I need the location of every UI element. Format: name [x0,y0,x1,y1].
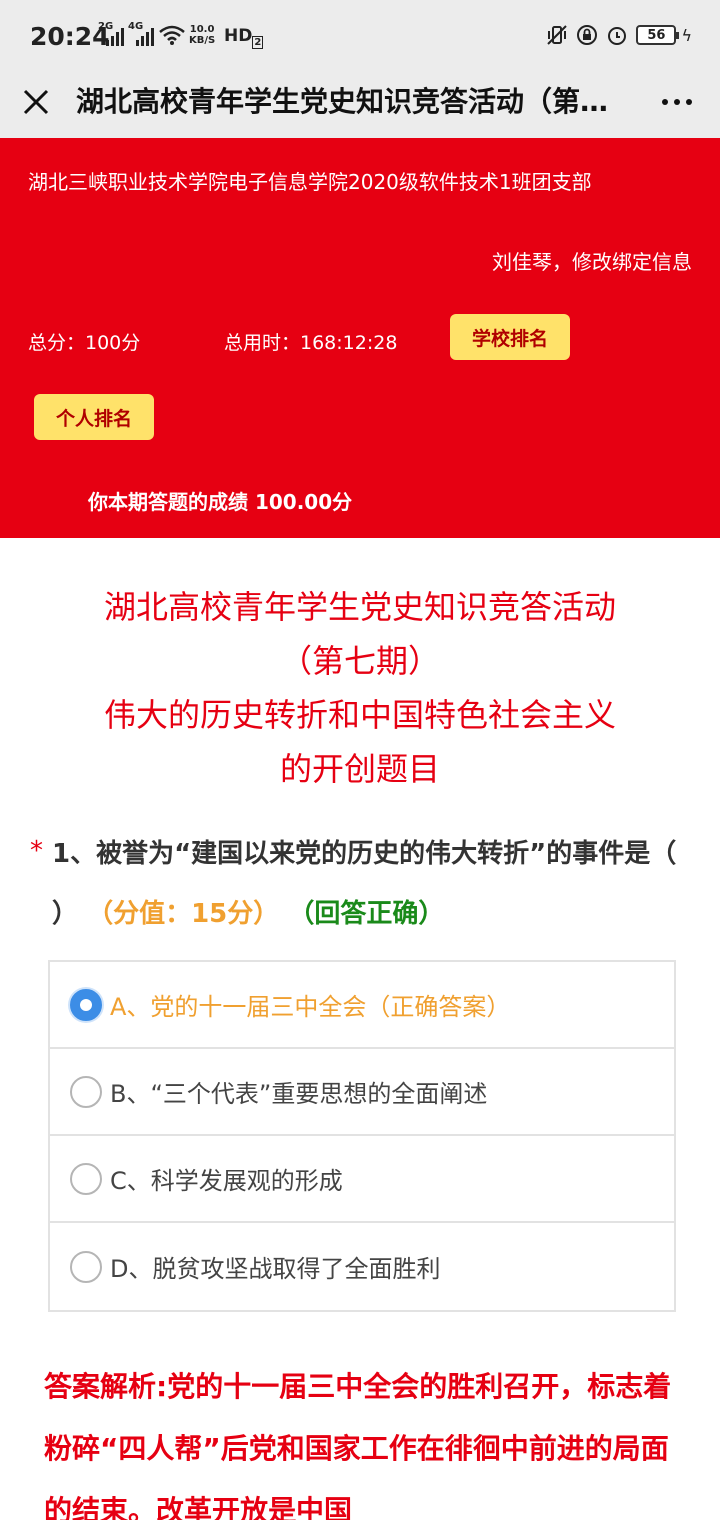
alarm-icon [606,24,628,46]
answer-analysis: 答案解析:党的十一届三中全会的胜利召开，标志着粉碎“四人帮”后党和国家工作在徘徊… [44,1370,672,1520]
option-d[interactable]: D、脱贫攻坚战取得了全面胜利 [50,1223,674,1310]
lock-icon [576,24,598,46]
option-label: C、科学发展观的形成 [110,1167,343,1195]
page-title: 湖北高校青年学生党史知识竞答活动（第… [76,85,609,118]
option-label: D、脱贫攻坚战取得了全面胜利 [110,1255,441,1283]
battery-icon: 56 [636,25,680,45]
vibrate-icon [546,24,568,46]
network-speed: 10.0 KB/S [189,24,216,46]
title-bar: 湖北高校青年学生党史知识竞答活动（第… [0,72,720,138]
total-time: 总用时：168:12:28 [224,332,398,354]
quiz-title: 湖北高校青年学生党史知识竞答活动 （第七期） 伟大的历史转折和中国特色社会主义 … [103,588,616,788]
signal-icon: 2G [98,21,124,46]
personal-rank-button[interactable]: 个人排名 [34,394,154,440]
more-button[interactable] [662,82,692,122]
option-b[interactable]: B、“三个代表”重要思想的全面阐述 [50,1049,674,1136]
more-icon [662,99,668,105]
wifi-icon [159,25,185,45]
answer-status: （回答正确） [288,899,445,929]
close-icon [23,89,49,115]
result-score: 你本期答题的成绩 100.00分 [88,490,353,514]
question-text: 1、被誉为“建国以来党的历史的伟大转折”的事件是（ ） （分值：15分） （回答… [52,839,677,929]
radio-icon[interactable] [70,1250,102,1283]
organization-name: 湖北三峡职业技术学院电子信息学院2020级软件技术1班团支部 [28,170,592,194]
edit-binding-link[interactable]: 刘佳琴，修改绑定信息 [492,246,692,275]
option-c[interactable]: C、科学发展观的形成 [50,1136,674,1223]
required-mark: * [30,836,43,866]
school-rank-button[interactable]: 学校排名 [450,314,570,360]
close-button[interactable] [18,82,54,122]
radio-icon[interactable] [70,1162,102,1195]
option-label: A、党的十一届三中全会（正确答案） [110,993,511,1021]
signal-icon: 4G [128,21,154,46]
charging-icon: ϟ [681,25,692,45]
answer-options: A、党的十一届三中全会（正确答案） B、“三个代表”重要思想的全面阐述 C、科学… [48,960,676,1312]
hd-indicator: HD 2 [224,26,264,50]
status-icons: 56 ϟ [546,24,692,46]
total-score: 总分：100分 [28,332,141,354]
radio-icon[interactable] [70,1075,102,1108]
status-bar: 20:24 2G 4G 10.0 KB/S HD 2 56 ϟ [0,0,720,72]
option-label: B、“三个代表”重要思想的全面阐述 [110,1080,488,1108]
option-a[interactable]: A、党的十一届三中全会（正确答案） [50,962,674,1049]
radio-checked-icon[interactable] [70,988,102,1021]
question-score: （分值：15分） [87,899,280,929]
result-banner: 湖北三峡职业技术学院电子信息学院2020级软件技术1班团支部 刘佳琴，修改绑定信… [0,138,720,538]
